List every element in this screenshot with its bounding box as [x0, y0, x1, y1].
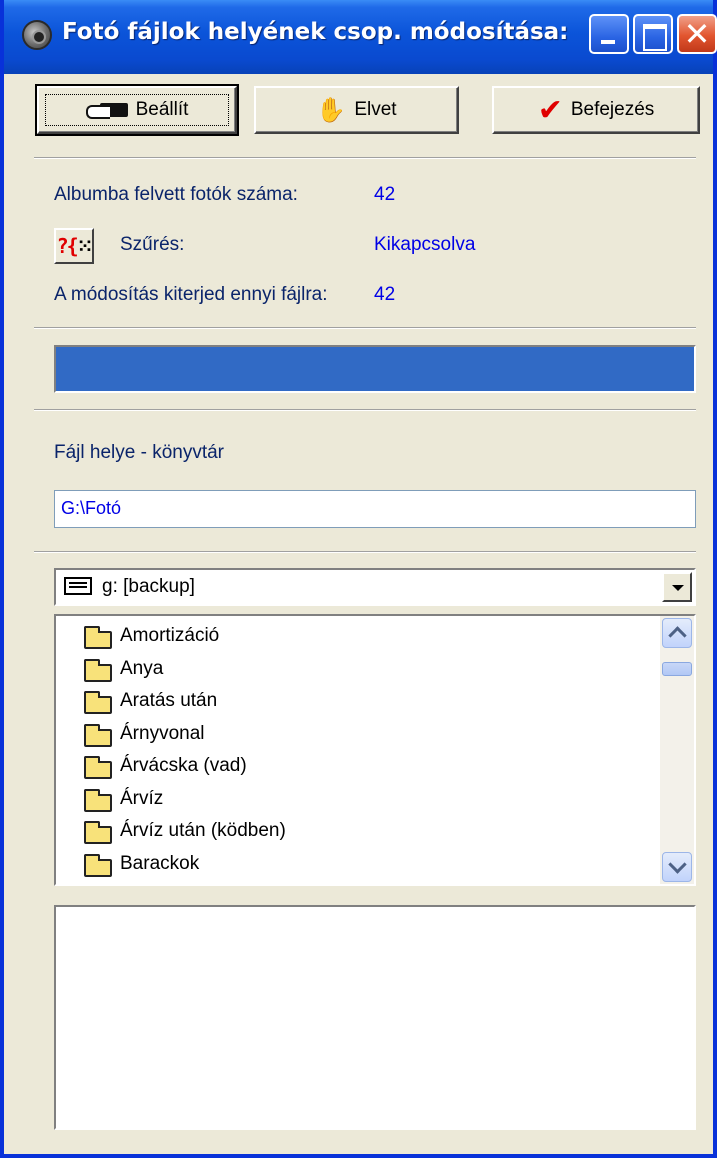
scroll-down-button[interactable] [662, 852, 692, 882]
folder-icon [84, 853, 112, 877]
separator [34, 157, 696, 159]
folder-list[interactable]: Amortizáció Anya Aratás után Árnyvonal Árvác… [54, 614, 696, 886]
folder-name: Árvíz után (ködben) [120, 820, 286, 841]
folder-item[interactable]: Anya [56, 653, 656, 686]
pointing-hand-icon [85, 99, 130, 121]
folder-icon [84, 626, 112, 649]
filter-button[interactable]: ?{⁙ [54, 228, 94, 264]
folder-item[interactable]: Árnyvonal [56, 718, 656, 751]
folder-icon [84, 756, 112, 779]
folder-item[interactable]: Barackok [56, 848, 656, 881]
focus-rectangle [45, 94, 229, 126]
folder-item[interactable]: Bicikli [56, 880, 656, 886]
set-button[interactable]: Beállít [35, 84, 239, 136]
folder-item[interactable]: Árvácska (vad) [56, 750, 656, 783]
affected-count-value: 42 [374, 284, 396, 305]
affected-count-label: A módosítás kiterjed ennyi fájlra: [54, 284, 328, 305]
folder-icon [84, 723, 112, 747]
maximize-button[interactable] [633, 14, 673, 54]
drive-select[interactable]: g: [backup] [54, 568, 696, 606]
folder-name: Árvíz [120, 787, 164, 809]
separator [34, 327, 696, 329]
folder-icon [84, 658, 112, 682]
location-label: Fájl helye - könyvtár [54, 442, 225, 463]
discard-button[interactable]: ✋ Elvet [254, 86, 459, 134]
folder-items: Amortizáció Anya Aratás után Árnyvonal Árvác… [56, 620, 656, 886]
progress-bar [54, 345, 696, 393]
filter-status-value: Kikapcsolva [374, 234, 476, 255]
folder-icon [84, 691, 112, 714]
raised-hand-icon: ✋ [316, 96, 347, 124]
folder-name: Barackok [120, 852, 200, 874]
window-title: Fotó fájlok helyének csop. módosítása: [62, 19, 569, 45]
separator [34, 409, 696, 411]
chevron-down-icon[interactable] [662, 572, 692, 602]
title-bar[interactable]: Fotó fájlok helyének csop. módosítása: ✕ [4, 0, 717, 74]
folder-item[interactable]: Amortizáció [56, 620, 656, 653]
folder-name: Árnyvonal [120, 722, 205, 744]
minimize-button[interactable] [589, 14, 629, 54]
folder-name: Árvácska (vad) [120, 755, 247, 776]
filter-icon: ?{ [56, 234, 79, 258]
folder-icon [84, 788, 112, 812]
folder-name: Aratás után [120, 690, 218, 711]
folder-icon [84, 821, 112, 844]
folder-item[interactable]: Aratás után [56, 685, 656, 718]
folder-name: Bicikli [120, 885, 169, 886]
finish-button[interactable]: ✔ Befejezés [492, 86, 700, 134]
folder-name: Anya [120, 657, 164, 679]
separator [34, 551, 696, 553]
drive-select-value: g: [backup] [102, 576, 195, 597]
folder-name: Amortizáció [120, 625, 220, 646]
scroll-up-button[interactable] [662, 618, 692, 648]
finish-button-label: Befejezés [570, 99, 655, 120]
progress-fill [56, 347, 694, 391]
album-count-label: Albumba felvett fotók száma: [54, 184, 298, 205]
dialog-window: Fotó fájlok helyének csop. módosítása: ✕… [0, 0, 717, 1158]
filter-label: Szűrés: [120, 234, 185, 255]
close-button[interactable]: ✕ [677, 14, 717, 54]
camera-lens-icon [22, 20, 52, 50]
close-icon: ✕ [683, 15, 711, 53]
directory-path-field[interactable]: G:\Fotó [54, 490, 696, 528]
checkmark-icon: ✔ [537, 92, 563, 128]
folder-item[interactable]: Árvíz [56, 783, 656, 816]
file-list[interactable] [54, 905, 696, 1130]
album-count-value: 42 [374, 184, 396, 205]
folder-item[interactable]: Árvíz után (ködben) [56, 815, 656, 848]
scroll-thumb[interactable] [662, 662, 692, 676]
drive-icon [64, 577, 92, 595]
vertical-scrollbar[interactable] [660, 616, 694, 884]
discard-button-label: Elvet [354, 99, 397, 120]
